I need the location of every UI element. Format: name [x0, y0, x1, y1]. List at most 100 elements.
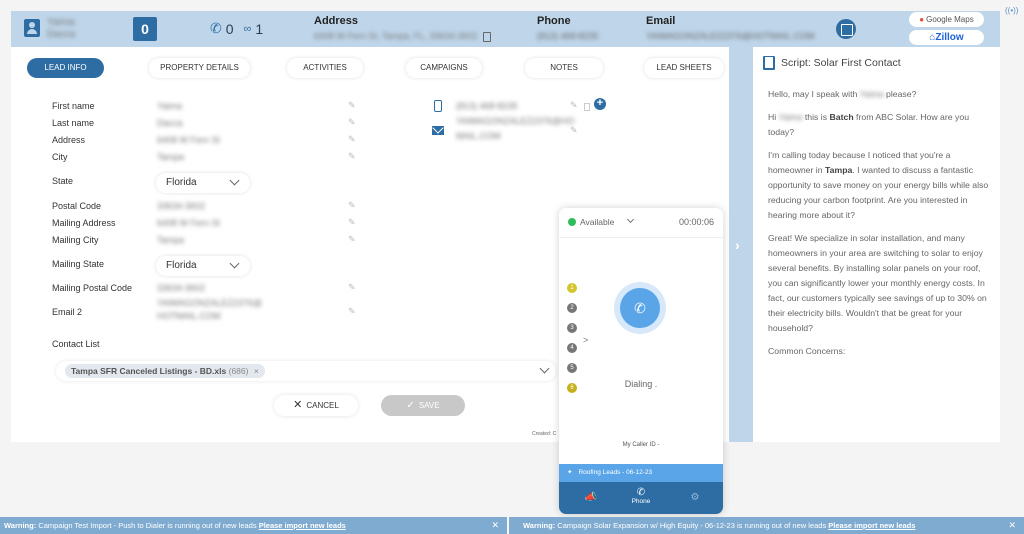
mailing-city-value[interactable]: Tampa — [157, 235, 184, 245]
edit-mailing-address-icon[interactable]: ✎ — [348, 217, 356, 228]
address-field-value[interactable]: 6408 W Fern St — [157, 135, 220, 145]
mailing-address-label: Mailing Address — [52, 218, 116, 228]
queue-item[interactable]: 1 — [567, 283, 577, 293]
phone-icon: ✆ — [210, 20, 222, 36]
email2-value[interactable]: YAIMAGONZALEZ2376@ HOTMAIL.COM — [157, 298, 262, 321]
status-indicator — [568, 218, 576, 226]
close-icon[interactable]: ✕ — [491, 517, 499, 534]
contact-card-icon — [24, 19, 40, 37]
postal-code-value[interactable]: 33634-3602 — [157, 201, 205, 211]
mailing-address-value[interactable]: 6408 W Fern St — [157, 218, 220, 228]
city-value[interactable]: Tampa — [157, 152, 184, 162]
delete-phone-icon[interactable] — [584, 103, 590, 111]
contact-email-value[interactable]: YAIMAGONZALEZ2376@HO MAIL.COM — [456, 116, 575, 141]
email-value: YAIMAGONZALEZ2376@HOTMAIL.COM — [646, 31, 815, 41]
warning-banner: Warning: Campaign Solar Expansion w/ Hig… — [509, 517, 1024, 534]
contact-list-select[interactable]: Tampa SFR Canceled Listings - BD.xls (68… — [56, 361, 556, 381]
tab-campaigns[interactable]: CAMPAIGNS — [406, 58, 482, 78]
outgoing-call-button[interactable]: ✆ — [620, 288, 660, 328]
queue-item[interactable]: 2 — [567, 303, 577, 313]
edit-mailing-city-icon[interactable]: ✎ — [348, 234, 356, 245]
dialer-widget: Available 00:00:06 1 2 3 4 5 6 > ✆ Diali… — [559, 208, 723, 514]
last-name-label: Last name — [52, 118, 95, 128]
state-select[interactable]: Florida — [156, 173, 250, 193]
map-pin-icon: ● — [919, 15, 925, 24]
address-field-label: Address — [52, 135, 86, 145]
first-name-label: First name — [52, 101, 95, 111]
tab-property-details[interactable]: PROPERTY DETAILS — [149, 58, 250, 78]
tab-lead-sheets[interactable]: LEAD SHEETS — [644, 58, 724, 78]
chevron-down-icon[interactable] — [626, 215, 635, 224]
edit-contact-phone-icon[interactable]: ✎ — [570, 100, 578, 111]
script-title: Script: Solar First Contact — [763, 56, 901, 70]
edit-first-name-icon[interactable]: ✎ — [348, 100, 356, 111]
chevron-right-icon[interactable]: > — [583, 335, 588, 345]
tab-notes[interactable]: NOTES — [525, 58, 603, 78]
add-contact-button[interactable]: + — [594, 98, 606, 110]
email-envelope-icon — [432, 126, 444, 135]
edit-last-name-icon[interactable]: ✎ — [348, 117, 356, 128]
contact-phone-value[interactable]: (813) 468-8235 — [456, 101, 518, 111]
lead-counter-badge: 0 — [133, 17, 157, 41]
tab-activities[interactable]: ACTIVITIES — [287, 58, 363, 78]
edit-email2-icon[interactable]: ✎ — [348, 306, 356, 317]
broadcast-icon[interactable]: ((•)) — [1005, 6, 1018, 15]
import-leads-link[interactable]: Please import new leads — [259, 521, 346, 530]
chevron-down-icon — [229, 175, 240, 186]
created-timestamp: Created: C — [532, 431, 557, 437]
checkmark-icon: ✓ — [406, 400, 415, 411]
contact-list-label: Contact List — [52, 339, 100, 349]
chevron-down-icon[interactable] — [539, 363, 550, 374]
script-paragraph: Great! We specialize in solar installati… — [768, 233, 987, 333]
close-icon[interactable]: ✕ — [1008, 517, 1016, 534]
cancel-button[interactable]: ✕ CANCEL — [274, 395, 358, 416]
contact-list-chip: Tampa SFR Canceled Listings - BD.xls (68… — [65, 364, 265, 378]
call-stats: ✆ 0 ∞ 1 — [210, 20, 263, 37]
voicemail-count: 1 — [255, 20, 264, 37]
last-name-value[interactable]: Dacca — [157, 118, 183, 128]
address-label: Address — [314, 15, 359, 27]
email-label: Email — [646, 15, 676, 27]
queue-item[interactable]: 3 — [567, 323, 577, 333]
queue-item[interactable]: 4 — [567, 343, 577, 353]
address-value: 6408 W Fern St, Tampa, FL, 33634-3602 — [314, 31, 491, 42]
magic-wand-icon: ✦ — [567, 469, 573, 476]
first-name-value[interactable]: Yaima — [157, 101, 182, 111]
mailing-state-select[interactable]: Florida — [156, 256, 250, 276]
settings-gear-icon[interactable]: ⚙ — [685, 482, 705, 514]
voicemail-icon: ∞ — [243, 22, 252, 35]
call-timer: 00:00:06 — [678, 217, 714, 227]
zillow-button[interactable]: ⌂Zillow — [909, 30, 984, 45]
dialing-status: Dialing . — [624, 379, 658, 389]
save-button[interactable]: ✓ SAVE — [381, 395, 465, 416]
chevron-right-icon[interactable]: › — [735, 237, 740, 253]
mailing-postal-code-label: Mailing Postal Code — [52, 283, 133, 293]
queue-item[interactable]: 5 — [567, 363, 577, 373]
script-body: Hello, may I speak with Yaima please? Hi… — [768, 87, 990, 367]
active-campaign-bar[interactable]: ✦ Roofing Leads - 06-12-23 — [559, 464, 723, 482]
remove-chip-icon[interactable]: × — [254, 366, 259, 376]
tab-lead-info[interactable]: LEAD INFO — [27, 58, 104, 78]
edit-city-icon[interactable]: ✎ — [348, 151, 356, 162]
edit-postal-code-icon[interactable]: ✎ — [348, 200, 356, 211]
mobile-phone-icon — [434, 100, 442, 112]
broadcast-nav-icon[interactable]: 📣 — [579, 482, 603, 514]
script-collapse-bar[interactable]: › — [729, 47, 753, 442]
phone-outgoing-icon: ✆ — [634, 300, 646, 316]
copy-icon[interactable] — [482, 31, 491, 42]
phone-label: Phone — [537, 15, 571, 27]
google-maps-button[interactable]: ● Google Maps — [909, 12, 984, 27]
edit-address-icon[interactable]: ✎ — [348, 134, 356, 145]
phone-icon: ✆ — [636, 487, 646, 498]
phone-nav-tab[interactable]: ✆ Phone — [625, 482, 657, 514]
mailing-postal-code-value[interactable]: 33634-3602 — [157, 283, 205, 293]
mailing-city-label: Mailing City — [52, 235, 99, 245]
calendar-add-button[interactable] — [836, 19, 856, 39]
edit-contact-email-icon[interactable]: ✎ — [570, 125, 578, 136]
script-paragraph: Common Concerns: — [768, 346, 846, 356]
postal-code-label: Postal Code — [52, 201, 102, 211]
edit-mailing-postal-code-icon[interactable]: ✎ — [348, 282, 356, 293]
status-dropdown[interactable]: Available — [580, 217, 614, 227]
script-paragraph: I'm calling today because I noticed that… — [768, 150, 989, 220]
import-leads-link[interactable]: Please import new leads — [828, 521, 915, 530]
